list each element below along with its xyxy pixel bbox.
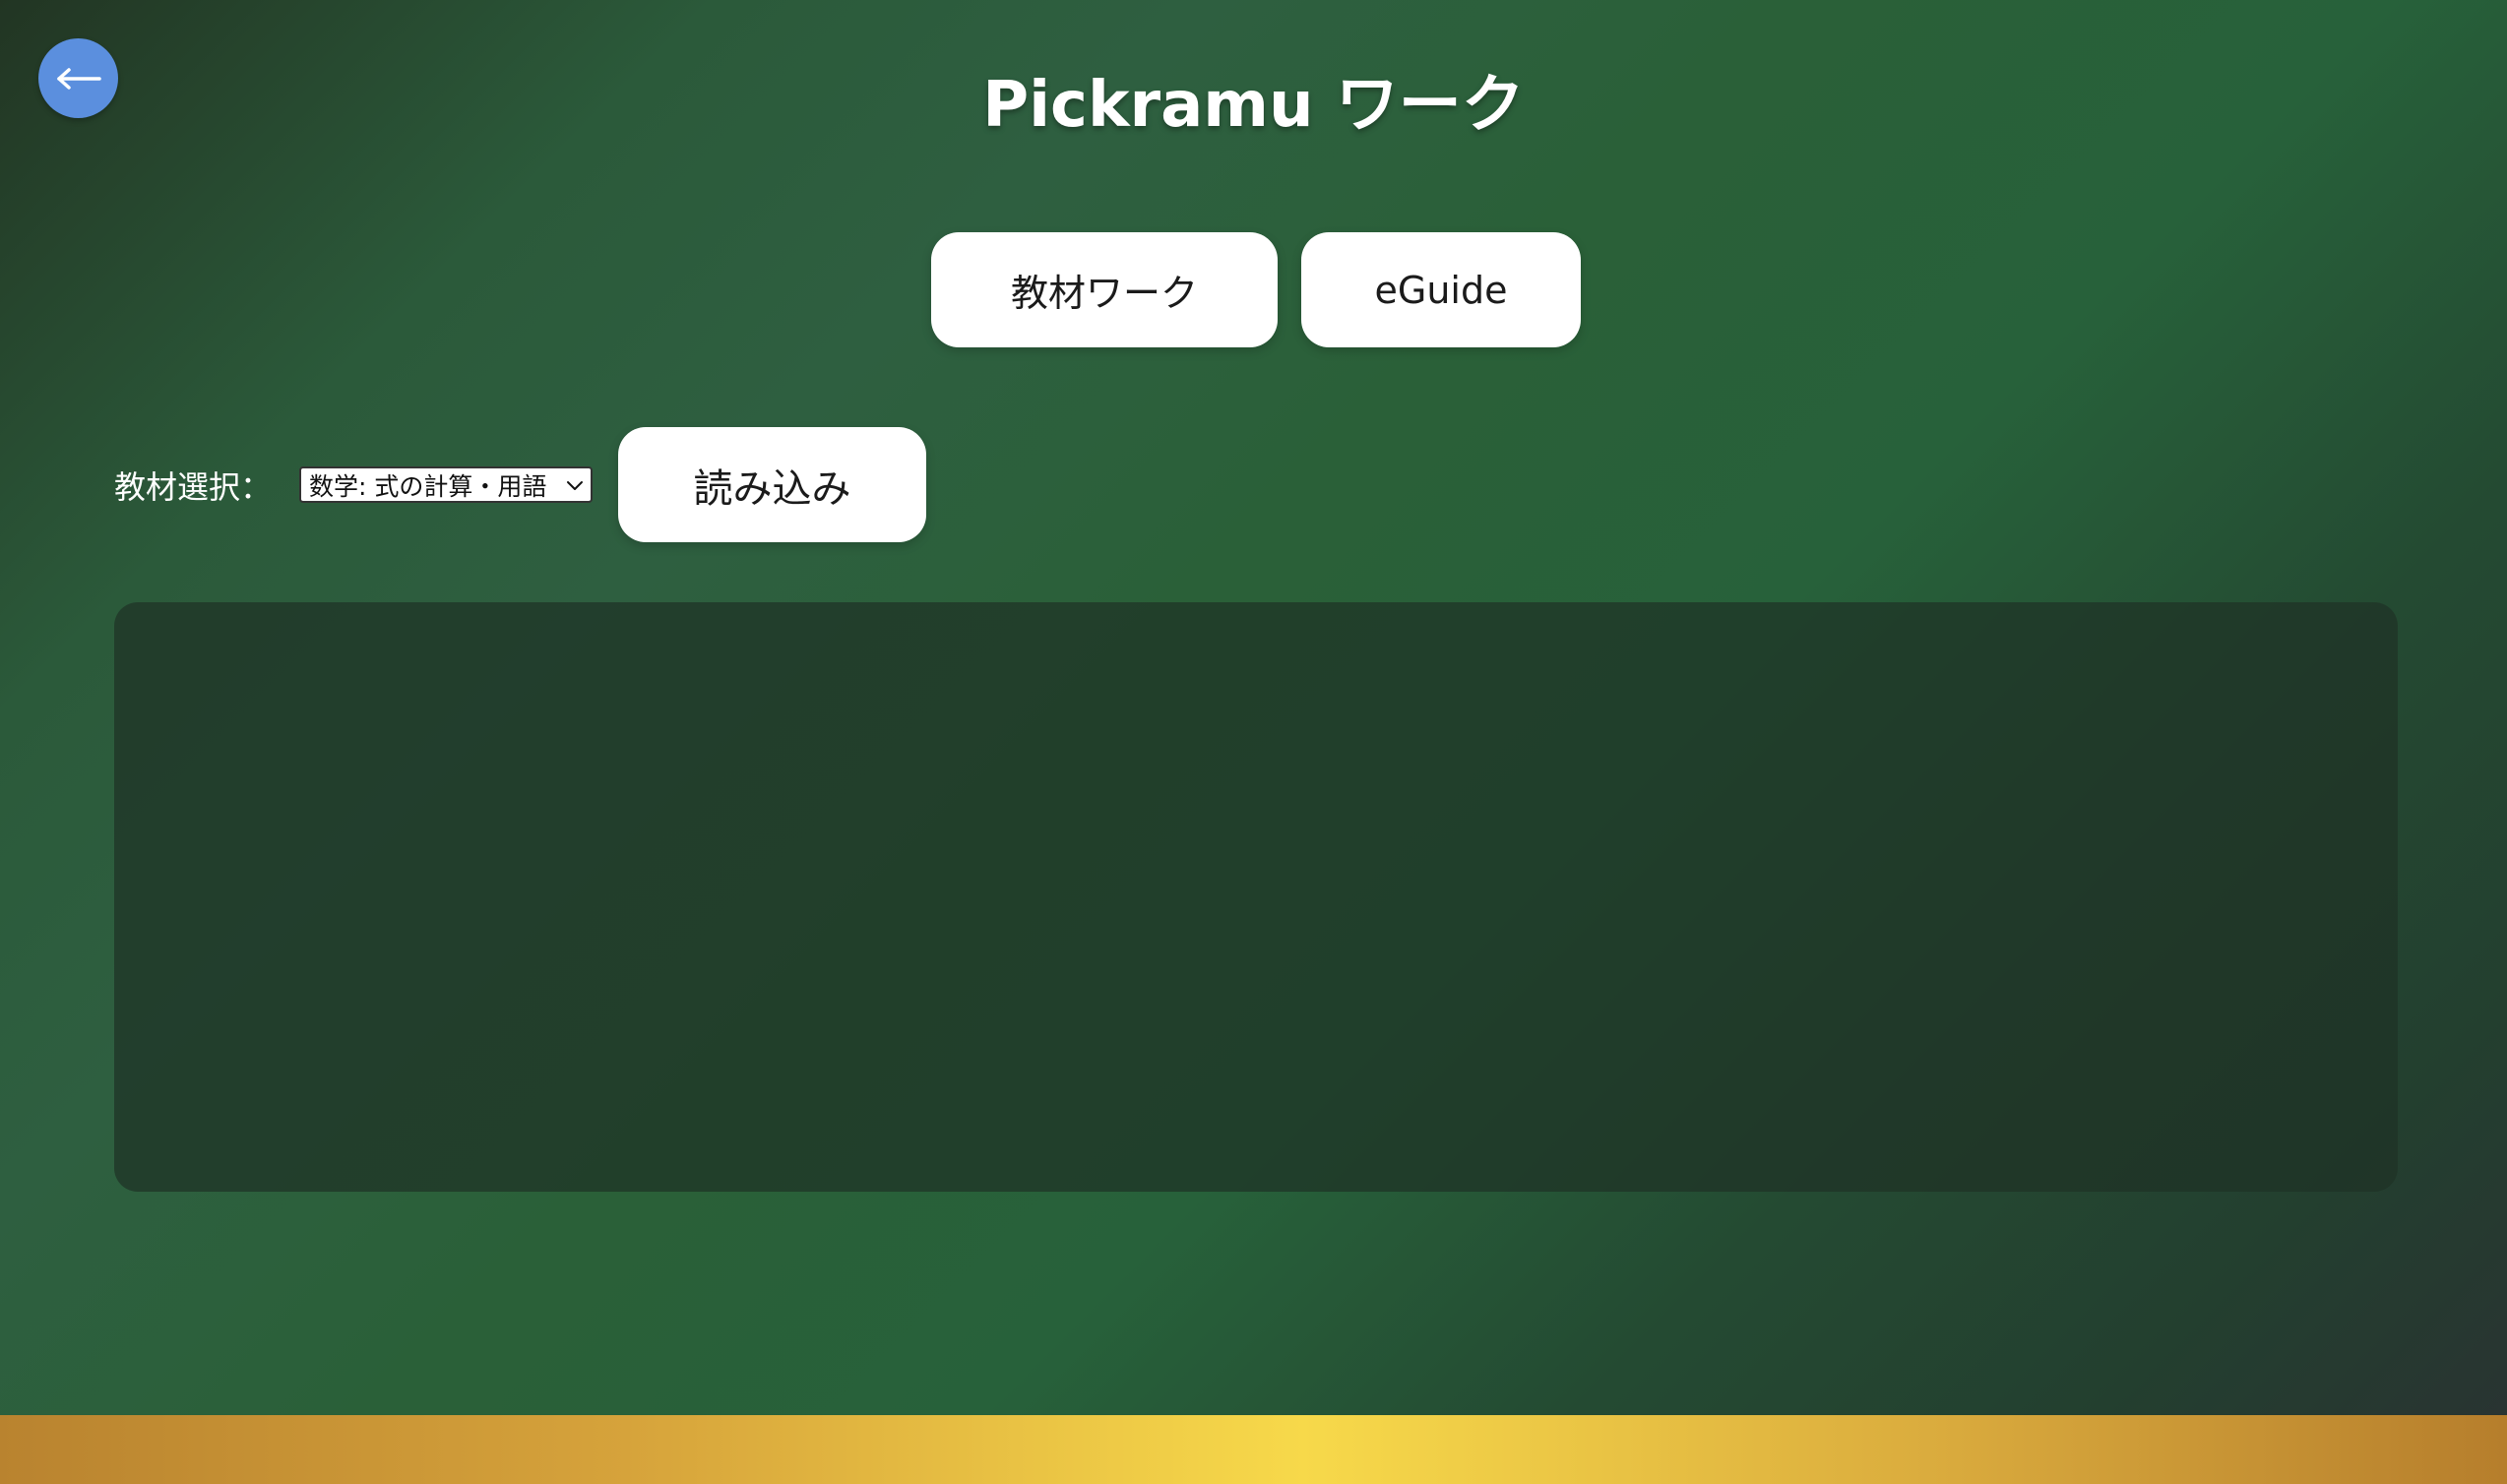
load-button[interactable]: 読み込み — [618, 427, 927, 542]
material-select[interactable]: 数学: 式の計算・用語 — [299, 466, 594, 503]
tab-eguide[interactable]: eGuide — [1301, 232, 1581, 347]
bottom-bar — [0, 1415, 2507, 1484]
page-title: Pickramu ワーク — [982, 69, 1525, 142]
material-select-value: 数学: 式の計算・用語 — [309, 471, 547, 501]
tab-workbook[interactable]: 教材ワーク — [931, 232, 1278, 347]
material-selector-row: 教材選択： 数学: 式の計算・用語 読み込み — [114, 427, 927, 542]
material-select-label: 教材選択： — [114, 467, 273, 506]
chevron-down-icon — [565, 475, 585, 495]
mode-tabs: 教材ワーク eGuide — [931, 232, 1581, 347]
content-panel — [114, 602, 2398, 1192]
